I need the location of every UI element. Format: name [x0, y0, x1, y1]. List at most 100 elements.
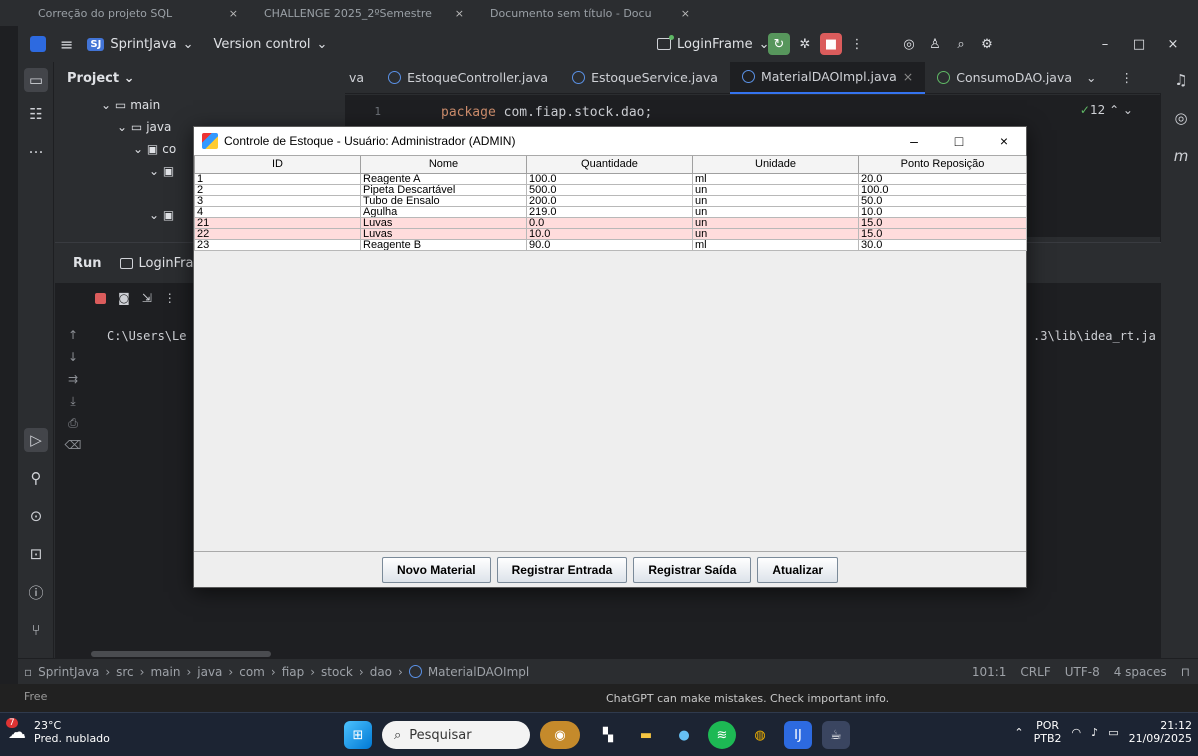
- rerun-button[interactable]: ↻: [768, 33, 790, 55]
- add-user-icon[interactable]: ♙: [924, 33, 946, 55]
- breadcrumb-item[interactable]: SprintJava: [38, 665, 99, 679]
- browser-tab[interactable]: Correção do projeto SQL ×: [28, 3, 248, 23]
- up-arrow-icon[interactable]: ↑: [65, 327, 81, 343]
- refresh-button[interactable]: Atualizar: [757, 557, 839, 583]
- minimize-icon[interactable]: –: [894, 127, 934, 155]
- ai-assistant-icon[interactable]: ◎: [898, 33, 920, 55]
- table-row[interactable]: 3 Tubo de Ensalo 200.0 un 50.0: [194, 194, 1027, 207]
- down-arrow-icon[interactable]: ↓: [65, 349, 81, 365]
- gear-icon[interactable]: ⚙: [976, 33, 998, 55]
- breadcrumb-item[interactable]: main: [150, 665, 180, 679]
- print-icon[interactable]: ⎙: [65, 415, 81, 431]
- table-row-low-stock[interactable]: 21 Luvas 0.0 un 15.0: [194, 216, 1027, 229]
- editor-tab-active[interactable]: MaterialDAOImpl.java ×: [729, 61, 926, 94]
- stop-icon[interactable]: [95, 292, 107, 304]
- project-panel-header[interactable]: Project ⌄: [55, 62, 345, 94]
- chevron-up-icon[interactable]: ⌃: [1014, 726, 1023, 739]
- minimize-icon[interactable]: –: [1094, 33, 1116, 55]
- file-encoding[interactable]: UTF-8: [1065, 665, 1100, 679]
- breadcrumb-item[interactable]: fiap: [282, 665, 305, 679]
- editor-tab[interactable]: ConsumoDAO.java ⌄: [925, 62, 1108, 94]
- problems-icon[interactable]: ⓘ: [24, 580, 48, 604]
- horizontal-scrollbar[interactable]: [91, 651, 271, 657]
- run-config-selector[interactable]: LoginFrame ⌄: [651, 32, 775, 56]
- services-icon[interactable]: ⚲: [24, 466, 48, 490]
- java-app-icon[interactable]: ☕: [822, 721, 850, 749]
- table-row[interactable]: 23 Reagente B 90.0 ml 30.0: [194, 238, 1027, 251]
- git-icon[interactable]: ⑂: [24, 618, 48, 642]
- new-material-button[interactable]: Novo Material: [381, 557, 491, 583]
- materials-table[interactable]: ID Nome Quantidade Unidade Ponto Reposiç…: [194, 156, 1027, 251]
- windows-start-icon[interactable]: ⊞: [344, 721, 372, 749]
- copilot-icon[interactable]: ◉: [540, 721, 580, 749]
- battery-icon[interactable]: ▭: [1108, 726, 1118, 739]
- browser-tab[interactable]: CHALLENGE 2025_2ºSemestre ×: [254, 3, 474, 23]
- wifi-icon[interactable]: ◠: [1072, 726, 1082, 739]
- breadcrumb-item[interactable]: java: [197, 665, 222, 679]
- folder-icon[interactable]: ▭: [24, 68, 48, 92]
- exit-icon[interactable]: ⇲: [142, 291, 152, 305]
- editor-tab[interactable]: EstoqueController.java: [376, 62, 560, 94]
- column-header-quantidade[interactable]: Quantidade: [526, 156, 693, 174]
- intellij-icon[interactable]: IJ: [784, 721, 812, 749]
- stop-button[interactable]: ■: [820, 33, 842, 55]
- maven-icon[interactable]: m: [1169, 144, 1193, 168]
- breadcrumb-item[interactable]: com: [239, 665, 265, 679]
- table-row-low-stock[interactable]: 22 Luvas 10.0 un 15.0: [194, 227, 1027, 240]
- chrome-icon[interactable]: ◍: [746, 721, 774, 749]
- debug-icon[interactable]: ✲: [794, 33, 816, 55]
- column-header-unidade[interactable]: Unidade: [692, 156, 859, 174]
- terminal-icon[interactable]: ⊡: [24, 542, 48, 566]
- tree-item[interactable]: ⌄ ▭ main: [55, 94, 345, 116]
- file-explorer-icon[interactable]: ▬: [632, 721, 660, 749]
- close-icon[interactable]: ×: [984, 127, 1024, 155]
- close-icon[interactable]: ×: [455, 7, 464, 20]
- steam-icon[interactable]: ●: [670, 721, 698, 749]
- trash-icon[interactable]: ⌫: [65, 437, 82, 453]
- dialog-titlebar[interactable]: Controle de Estoque - Usuário: Administr…: [194, 127, 1026, 155]
- chevron-down-icon[interactable]: ⌄: [1086, 70, 1096, 85]
- close-icon[interactable]: ×: [229, 7, 238, 20]
- breadcrumb-item[interactable]: MaterialDAOImpl: [428, 665, 529, 679]
- table-row[interactable]: 4 Agulha 219.0 un 10.0: [194, 205, 1027, 218]
- column-header-id[interactable]: ID: [194, 156, 361, 174]
- volume-icon[interactable]: ♪: [1091, 726, 1098, 739]
- input-language[interactable]: POR PTB2: [1034, 719, 1062, 745]
- run-tab[interactable]: LoginFra: [119, 256, 193, 271]
- breadcrumb-item[interactable]: src: [116, 665, 134, 679]
- clock[interactable]: 21:12 21/09/2025: [1129, 719, 1192, 745]
- editor-tab[interactable]: va: [345, 62, 376, 94]
- spotify-icon[interactable]: ≋: [708, 721, 736, 749]
- table-row[interactable]: 1 Reagente A 100.0 ml 20.0: [194, 172, 1027, 185]
- soft-wrap-icon[interactable]: ⇉: [65, 371, 81, 387]
- camera-icon[interactable]: ◙: [118, 291, 130, 305]
- search-icon[interactable]: ⌕: [950, 33, 972, 55]
- more-actions-icon[interactable]: ⋮: [164, 291, 176, 305]
- project-selector[interactable]: SJ SprintJava ⌄: [87, 37, 194, 52]
- more-tools-icon[interactable]: …: [24, 136, 48, 160]
- table-row[interactable]: 2 Pipeta Descartável 500.0 un 100.0: [194, 183, 1027, 196]
- editor-tab[interactable]: EstoqueService.java: [560, 62, 730, 94]
- maximize-icon[interactable]: □: [939, 127, 979, 155]
- close-icon[interactable]: ×: [903, 69, 913, 84]
- more-actions-icon[interactable]: ⋮: [846, 33, 868, 55]
- close-icon[interactable]: ×: [681, 7, 690, 20]
- play-circle-icon[interactable]: ⊙: [24, 504, 48, 528]
- version-control-menu[interactable]: Version control ⌄: [214, 37, 328, 52]
- more-tabs-icon[interactable]: ⋮: [1109, 62, 1146, 94]
- notifications-icon[interactable]: ♫: [1169, 68, 1193, 92]
- lock-icon[interactable]: ⊓: [1181, 665, 1190, 679]
- column-header-nome[interactable]: Nome: [360, 156, 527, 174]
- browser-tab[interactable]: Documento sem título - Docu ×: [480, 3, 700, 23]
- breadcrumb-item[interactable]: stock: [321, 665, 353, 679]
- main-menu-icon[interactable]: ≡: [60, 35, 73, 54]
- app-logo-icon[interactable]: [30, 36, 46, 52]
- run-icon[interactable]: ▷: [24, 428, 48, 452]
- ai-chat-icon[interactable]: ◎: [1169, 106, 1193, 130]
- inspection-widget[interactable]: ✓12 ⌃ ⌄: [1080, 103, 1133, 117]
- register-exit-button[interactable]: Registrar Saída: [633, 557, 752, 583]
- register-entry-button[interactable]: Registrar Entrada: [496, 557, 628, 583]
- maximize-icon[interactable]: □: [1128, 33, 1150, 55]
- close-icon[interactable]: ×: [1162, 33, 1184, 55]
- column-header-ponto-reposicao[interactable]: Ponto Reposição: [858, 156, 1027, 174]
